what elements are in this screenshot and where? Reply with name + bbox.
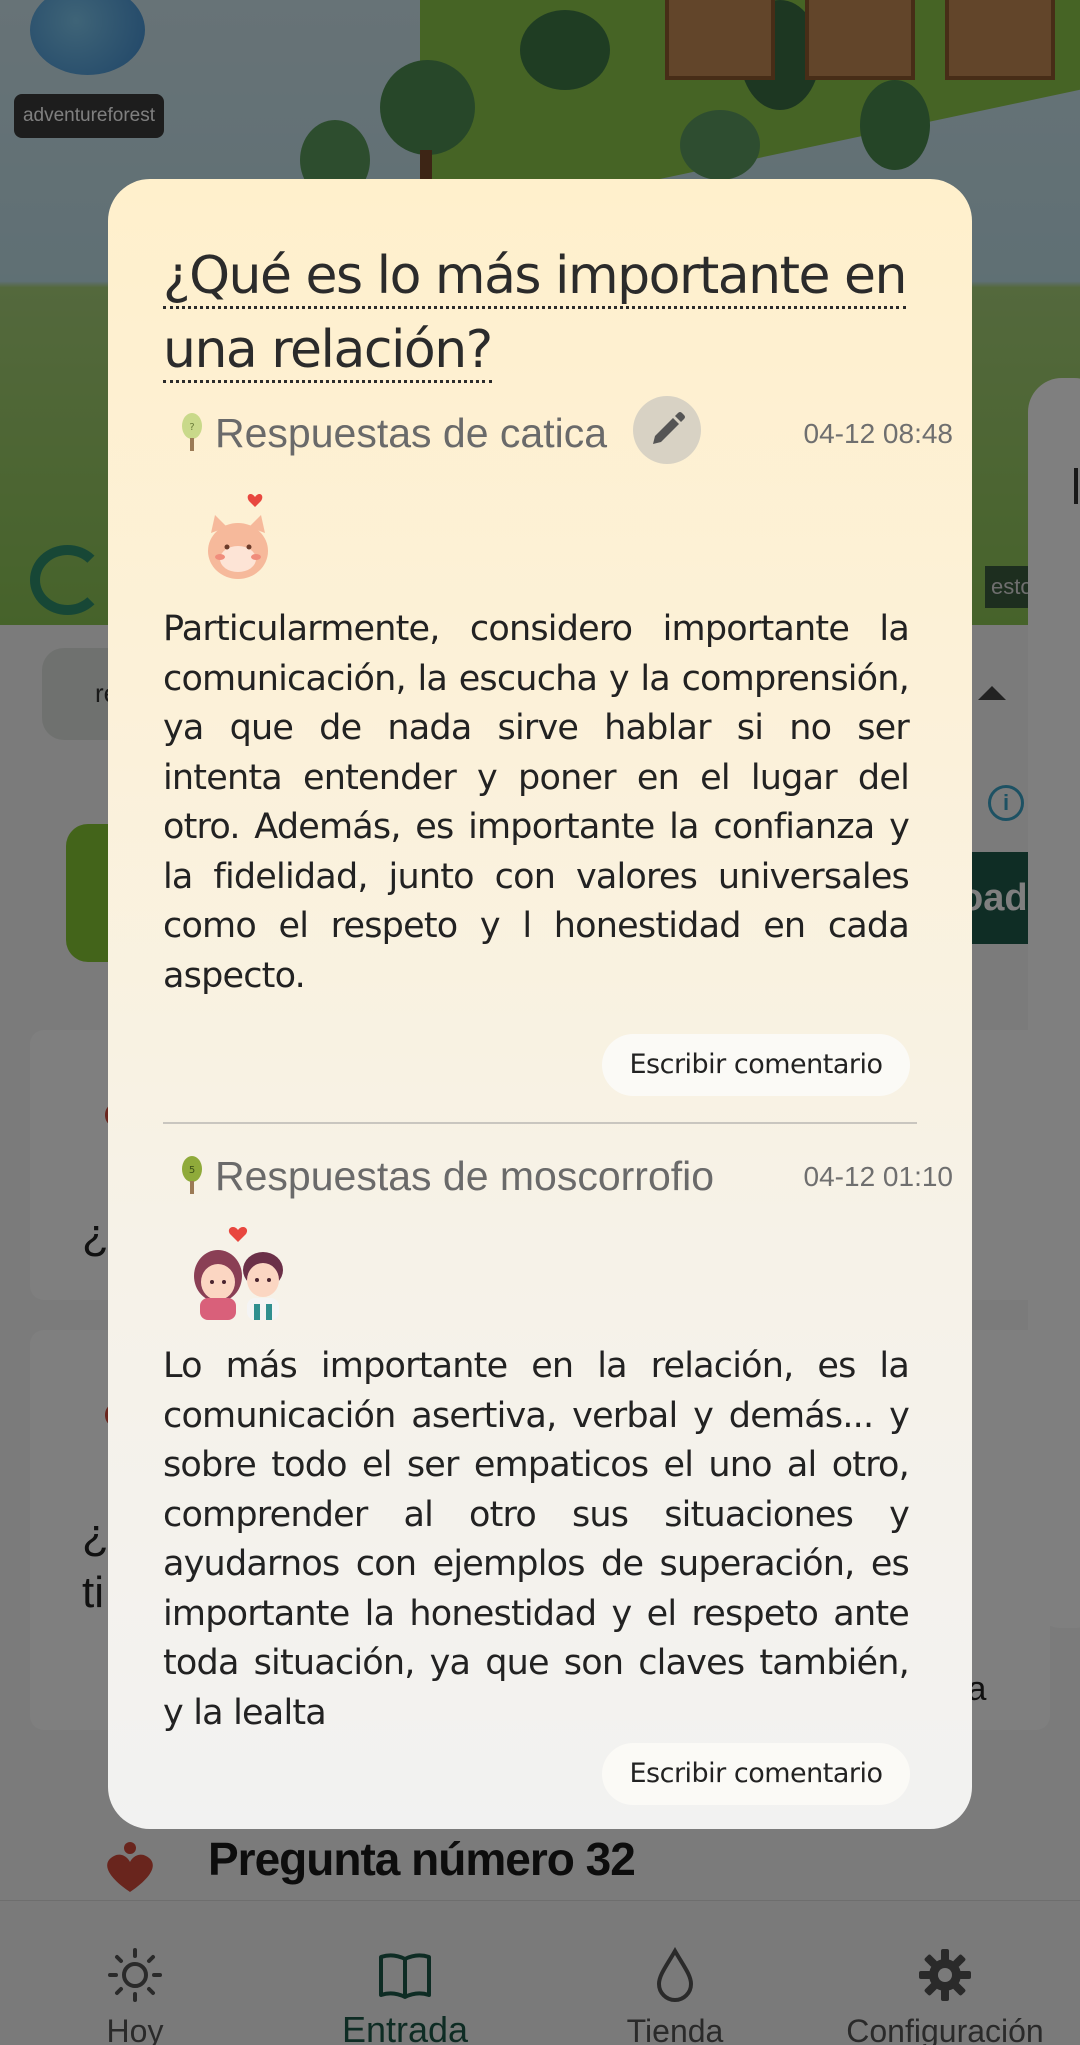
svg-text:5: 5 — [189, 1165, 195, 1176]
write-comment-button[interactable]: Escribir comentario — [602, 1034, 910, 1096]
write-comment-button[interactable]: Escribir comentario — [602, 1743, 910, 1805]
edit-answer-button[interactable] — [633, 396, 701, 464]
answer-author: Respuestas de moscorrofio — [215, 1153, 715, 1199]
answers-modal: ¿Qué es lo más importante en una relació… — [108, 179, 972, 1829]
answer-date: 04-12 08:48 — [803, 418, 953, 449]
sapling-icon: 5 — [182, 1156, 202, 1194]
sapling-icon: ? — [182, 413, 202, 451]
answer-header: ? Respuestas de catica 04-12 08:48 — [163, 396, 953, 464]
answer-text: Lo más importante en la relación, es la … — [163, 1346, 910, 1733]
answer-author: Respuestas de catica — [215, 410, 608, 456]
pencil-icon — [653, 412, 685, 444]
answer-header: 5 Respuestas de moscorrofio 04-12 01:10 — [163, 1145, 953, 1205]
couple-avatar-icon — [194, 1227, 283, 1320]
answer-date: 04-12 01:10 — [803, 1161, 953, 1192]
answer-divider — [163, 1122, 917, 1124]
svg-text:?: ? — [189, 422, 194, 433]
answer-text: Particularmente, considero importante la… — [163, 609, 910, 996]
question-title: ¿Qué es lo más importante en una relació… — [163, 239, 923, 387]
cat-avatar-icon — [208, 494, 268, 579]
